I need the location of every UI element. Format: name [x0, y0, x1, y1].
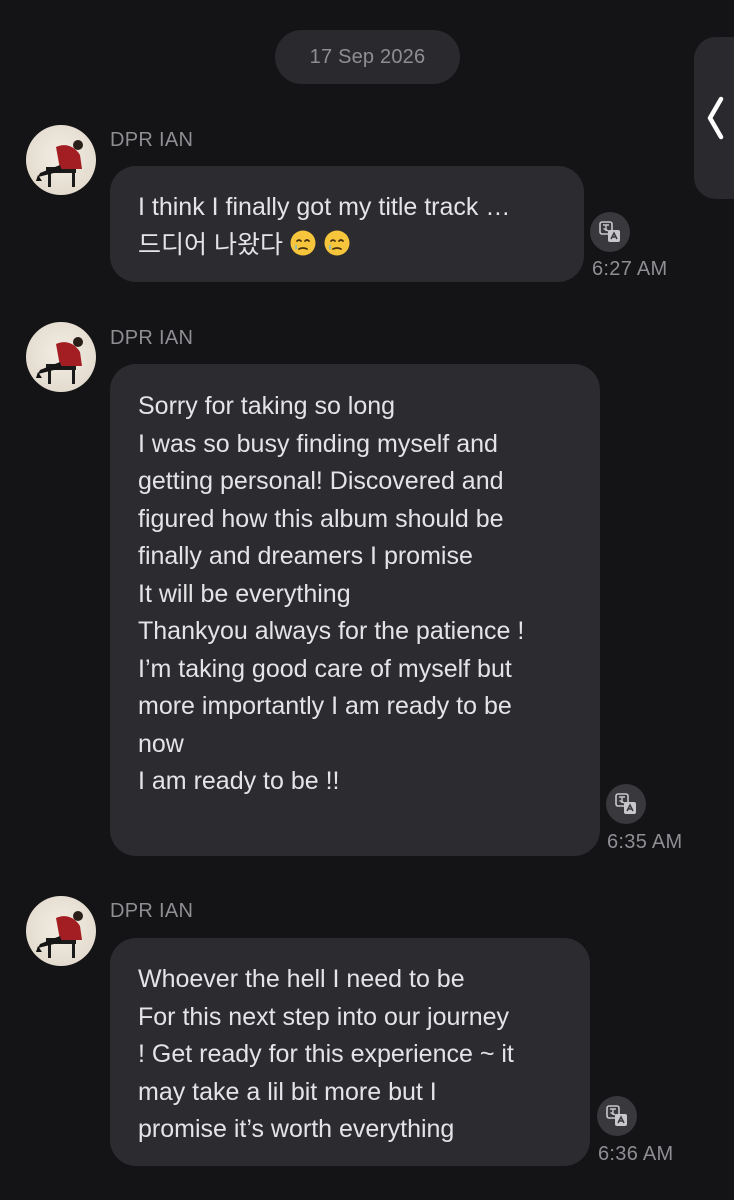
message-time: 6:27 AM [592, 258, 668, 280]
message-bubble[interactable]: I think I finally got my title track … 드… [110, 166, 584, 282]
message-line: more importantly I am ready to be [138, 692, 512, 720]
side-panel-handle[interactable] [694, 37, 734, 199]
date-separator: 17 Sep 2026 [275, 30, 460, 84]
message-line-with-emoji: 드디어 나왔다 [138, 227, 556, 265]
message-bubble[interactable]: Whoever the hell I need to be For this n… [110, 938, 590, 1166]
chat-screen: 17 Sep 2026 DPR IAN I think I finally go… [0, 0, 734, 1200]
message-bubble[interactable]: Sorry for taking so long I was so busy f… [110, 364, 600, 856]
message-time: 6:35 AM [607, 831, 683, 853]
sender-name: DPR IAN [110, 327, 194, 349]
message-line: promise it’s worth everything [138, 1115, 455, 1143]
sender-name: DPR IAN [110, 129, 194, 151]
message-line: For this next step into our journey [138, 1002, 510, 1031]
message-line: now [138, 729, 184, 758]
message-line: Sorry for taking so long [138, 392, 396, 420]
message-line: may take a lil bit more but I [138, 1077, 437, 1106]
translate-icon [606, 1105, 627, 1126]
message-line: figured how this album should be [138, 504, 504, 533]
translate-button[interactable] [590, 212, 630, 252]
message-line: I’m taking good care of myself but [138, 654, 512, 683]
avatar[interactable] [26, 125, 96, 195]
artist-photo [36, 140, 83, 187]
message-line: ! Get ready for this experience ~ it [138, 1040, 514, 1068]
translate-icon [599, 221, 620, 242]
sender-name: DPR IAN [110, 900, 194, 922]
message-line: I am ready to be !! [138, 767, 340, 795]
message-line: Thankyou always for the patience ! [138, 617, 525, 645]
message-line: 드디어 나왔다 [138, 230, 283, 259]
message-line: I think I finally got my title track … [138, 193, 511, 221]
message-line: I was so busy finding myself and [138, 429, 498, 458]
message-line: It will be everything [138, 579, 351, 608]
smiling-face-with-tear-icon [323, 229, 351, 257]
translate-button[interactable] [597, 1096, 637, 1136]
message-line: getting personal! Discovered and [138, 467, 504, 495]
artist-photo [36, 911, 83, 958]
avatar[interactable] [26, 322, 96, 392]
message-line: Whoever the hell I need to be [138, 965, 465, 993]
avatar[interactable] [26, 896, 96, 966]
smiling-face-with-tear-icon [289, 229, 317, 257]
message-time: 6:36 AM [598, 1143, 674, 1165]
chevron-left-icon [707, 96, 724, 140]
translate-icon [615, 793, 636, 814]
artist-photo [36, 337, 83, 384]
translate-button[interactable] [606, 784, 646, 824]
message-line: finally and dreamers I promise [138, 542, 473, 570]
